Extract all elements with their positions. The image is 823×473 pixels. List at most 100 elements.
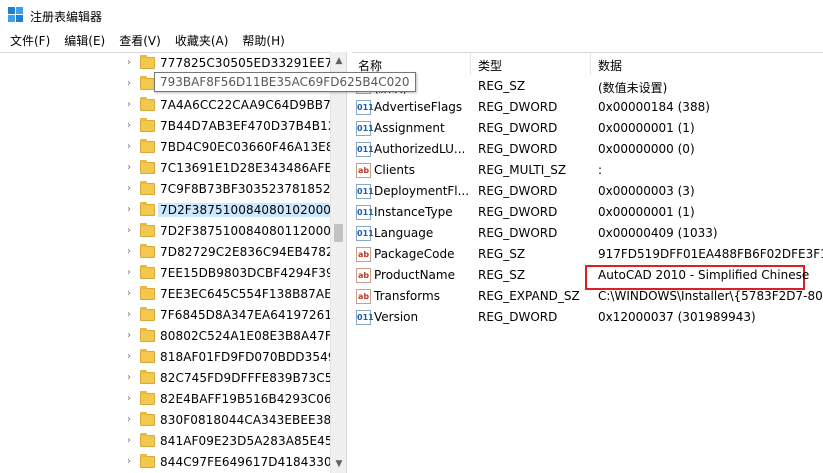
- value-row[interactable]: 011 AdvertiseFlags REG_DWORD 0x00000184 (38…: [352, 97, 823, 118]
- chevron-right-icon[interactable]: ›: [123, 393, 135, 405]
- value-name: Clients: [374, 163, 415, 177]
- tree-item[interactable]: › 7D2F387510084080112000006: [0, 221, 330, 242]
- registry-values-list: 名称 类型 数据 ab(默认)REG_SZ(数值未设置)011Advertise…: [352, 52, 823, 473]
- folder-icon: [140, 160, 155, 174]
- column-header-type[interactable]: 类型: [478, 57, 502, 74]
- value-type: REG_DWORD: [478, 184, 558, 198]
- tree-item[interactable]: › 7F6845D8A347EA64197261EE: [0, 305, 330, 326]
- binary-value-icon: 011: [356, 121, 374, 136]
- folder-icon: [140, 76, 155, 90]
- chevron-right-icon[interactable]: ›: [123, 351, 135, 363]
- menu-favorites[interactable]: 收藏夹(A): [169, 31, 235, 51]
- value-row[interactable]: 011 Version REG_DWORD 0x12000037 (301989943…: [352, 307, 823, 328]
- scroll-up-arrow-icon[interactable]: ▲: [334, 56, 344, 66]
- value-name: Language: [374, 226, 434, 240]
- column-divider[interactable]: [470, 53, 471, 75]
- tree-item[interactable]: › 82E4BAFF19B516B4293C0603: [0, 389, 330, 410]
- value-row[interactable]: 011 AuthorizedLU... REG_DWORD 0x00000000 (0…: [352, 139, 823, 160]
- value-row[interactable]: ab Clients REG_MULTI_SZ:: [352, 160, 823, 181]
- folder-icon: [140, 118, 155, 132]
- tree-item[interactable]: › 7B44D7AB3EF470D37B4B12(: [0, 116, 330, 137]
- chevron-right-icon[interactable]: ›: [123, 57, 135, 69]
- scroll-down-arrow-icon[interactable]: ▼: [334, 459, 344, 469]
- value-type: REG_SZ: [478, 268, 526, 282]
- tree-item[interactable]: › 7EE15DB9803DCBF4294F398: [0, 263, 330, 284]
- column-divider[interactable]: [590, 53, 591, 75]
- menu-edit[interactable]: 编辑(E): [58, 31, 111, 51]
- value-row[interactable]: ab ProductName REG_SZ AutoCAD 2010 - Simpli…: [352, 265, 823, 286]
- chevron-right-icon[interactable]: ›: [123, 309, 135, 321]
- tree-item[interactable]: › 7D82729C2E836C94EB47822: [0, 242, 330, 263]
- binary-value-icon: 011: [356, 100, 374, 115]
- value-data: 0x12000037 (301989943): [598, 310, 756, 324]
- chevron-right-icon[interactable]: ›: [123, 246, 135, 258]
- chevron-right-icon[interactable]: ›: [123, 99, 135, 111]
- tree-item[interactable]: › 818AF01FD9FD070BDD35490: [0, 347, 330, 368]
- tree-item[interactable]: › 830F0818044CA343EBEE382D: [0, 410, 330, 431]
- folder-icon: [140, 307, 155, 321]
- chevron-right-icon[interactable]: ›: [123, 225, 135, 237]
- tree-item[interactable]: › 7BD4C90EC03660F46A13E87.: [0, 137, 330, 158]
- value-row[interactable]: 011 DeploymentFl... REG_DWORD 0x00000003 (3…: [352, 181, 823, 202]
- string-value-icon: ab: [356, 268, 371, 283]
- menu-file[interactable]: 文件(F): [4, 31, 56, 51]
- chevron-right-icon[interactable]: ›: [123, 288, 135, 300]
- chevron-right-icon[interactable]: ›: [123, 120, 135, 132]
- binary-value-icon: 011: [356, 310, 374, 325]
- value-type: REG_DWORD: [478, 121, 558, 135]
- value-data: 0x00000000 (0): [598, 142, 695, 156]
- menu-view[interactable]: 查看(V): [113, 31, 167, 51]
- chevron-right-icon[interactable]: ›: [123, 141, 135, 153]
- chevron-right-icon[interactable]: ›: [123, 435, 135, 447]
- value-row[interactable]: ab(默认)REG_SZ(数值未设置): [352, 76, 823, 97]
- window-title: 注册表编辑器: [30, 10, 103, 24]
- tree-vertical-scrollbar[interactable]: ▲ ▼: [330, 52, 346, 473]
- value-data: AutoCAD 2010 - Simplified Chinese: [598, 268, 810, 282]
- scrollbar-thumb[interactable]: [334, 224, 343, 242]
- column-header-data[interactable]: 数据: [598, 57, 622, 74]
- value-type: REG_DWORD: [478, 205, 558, 219]
- tree-item[interactable]: › 844C97FE649617D418433004: [0, 452, 330, 473]
- value-type: REG_MULTI_SZ: [478, 163, 567, 177]
- value-row[interactable]: ab Transforms REG_EXPAND_SZ C:\WINDOWS\Inst…: [352, 286, 823, 307]
- value-type: REG_DWORD: [478, 100, 558, 114]
- chevron-right-icon[interactable]: ›: [123, 78, 135, 90]
- tree-item[interactable]: › 7EE3EC645C554F138B87AE53: [0, 284, 330, 305]
- chevron-right-icon[interactable]: ›: [123, 267, 135, 279]
- chevron-right-icon[interactable]: ›: [123, 372, 135, 384]
- chevron-right-icon[interactable]: ›: [123, 183, 135, 195]
- value-name: Assignment: [374, 121, 445, 135]
- tree-item[interactable]: › 82C745FD9DFFFE839B73C5AI: [0, 368, 330, 389]
- folder-icon: [140, 181, 155, 195]
- tree-item[interactable]: › 7A4A6CC22CAA9C64D9BB73: [0, 95, 330, 116]
- value-data: (数值未设置): [598, 81, 668, 95]
- tree-item[interactable]: › 841AF09E23D5A283A85E45B: [0, 431, 330, 452]
- binary-value-icon: 011: [356, 226, 374, 241]
- chevron-right-icon[interactable]: ›: [123, 456, 135, 468]
- value-row[interactable]: ab PackageCode REG_SZ 917FD519DFF01EA488FB6…: [352, 244, 823, 265]
- string-value-icon: ab: [356, 289, 371, 304]
- folder-icon: [140, 223, 155, 237]
- registry-editor-app-icon: [8, 7, 24, 23]
- value-data: C:\WINDOWS\Installer\{5783F2D7-8001: [598, 289, 823, 303]
- list-header: 名称 类型 数据: [352, 53, 823, 75]
- value-name: DeploymentFl...: [374, 184, 470, 198]
- value-type: REG_SZ: [478, 247, 526, 261]
- chevron-right-icon[interactable]: ›: [123, 414, 135, 426]
- chevron-right-icon[interactable]: ›: [123, 162, 135, 174]
- registry-key-tree[interactable]: ›777825C30505ED33291EE7B(›793BAF8F56D11B…: [0, 52, 330, 473]
- chevron-right-icon[interactable]: ›: [123, 330, 135, 342]
- menu-help[interactable]: 帮助(H): [236, 31, 290, 51]
- value-row[interactable]: 011 Assignment REG_DWORD 0x00000001 (1): [352, 118, 823, 139]
- tree-item[interactable]: › 80802C524A1E08E3B8A47F0A: [0, 326, 330, 347]
- tree-item[interactable]: › 777825C30505ED33291EE7B(: [0, 53, 330, 74]
- value-row[interactable]: 011 Language REG_DWORD 0x00000409 (1033): [352, 223, 823, 244]
- tree-item-label: 82E4BAFF19B516B4293C0603: [160, 392, 330, 406]
- chevron-right-icon[interactable]: ›: [123, 204, 135, 216]
- value-data: 0x00000003 (3): [598, 184, 695, 198]
- value-row[interactable]: 011 InstanceType REG_DWORD 0x00000001 (1): [352, 202, 823, 223]
- tree-item-tooltip: 793BAF8F56D11BE35AC69FD625B4C020: [154, 72, 416, 92]
- tree-item[interactable]: › 7D2F387510084080102000006: [0, 200, 330, 221]
- tree-item[interactable]: › 7C13691E1D28E343486AFEC: [0, 158, 330, 179]
- tree-item[interactable]: › 7C9F8B73BF30352378185271: [0, 179, 330, 200]
